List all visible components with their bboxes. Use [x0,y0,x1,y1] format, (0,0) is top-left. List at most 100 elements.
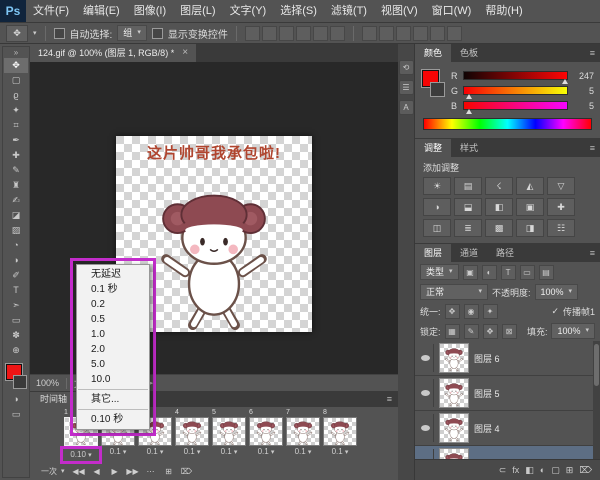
blue-slider-thumb[interactable] [466,109,473,114]
blue-value[interactable]: 5 [572,101,594,111]
panel-background-swatch[interactable] [430,82,445,97]
threshold-icon[interactable]: ▩ [485,219,513,237]
healing-brush-tool[interactable]: ✚ [4,148,28,163]
adjustment-layer-icon[interactable]: ◐ [540,465,545,475]
shape-tool[interactable]: ▭ [4,313,28,328]
quick-selection-tool[interactable]: ✦ [4,103,28,118]
layer-visibility-toggle[interactable] [418,344,434,372]
zoom-tool[interactable]: ⊕ [4,343,28,358]
menu-select[interactable]: 选择(S) [273,0,324,22]
path-selection-tool[interactable]: ➣ [4,298,28,313]
green-slider-thumb[interactable] [466,94,473,99]
layer-thumbnail[interactable] [439,413,469,443]
properties-panel-icon[interactable]: ☰ [398,80,414,95]
layer-name[interactable]: 图层 4 [474,422,500,435]
delay-option-10-0[interactable]: 10.0 [77,372,149,387]
align-middle-icon[interactable] [312,25,328,41]
selective-color-icon[interactable]: ☷ [547,219,575,237]
layer-name[interactable]: 图层 6 [474,352,500,365]
frame-8[interactable]: 8 0.1 ▾ [323,408,357,462]
layer-row[interactable]: 图层 5 [415,376,600,411]
lasso-tool[interactable]: ϱ [4,88,28,103]
collapse-toolbar-icon[interactable]: » [14,47,18,58]
unify-style-icon[interactable]: ✦ [482,304,498,319]
current-tool-icon[interactable]: ✥ [6,24,28,42]
layer-thumbnail[interactable] [439,448,469,459]
photo-filter-icon[interactable]: ▣ [516,198,544,216]
black-white-icon[interactable]: ◧ [485,198,513,216]
frame-delay-dropdown[interactable]: 0.1 ▾ [175,446,209,458]
menu-layer[interactable]: 图层(L) [173,0,222,22]
layer-visibility-toggle[interactable] [418,414,434,442]
color-spectrum-ramp[interactable] [423,118,592,130]
layer-name[interactable]: 图层 5 [474,387,500,400]
frame-7[interactable]: 7 0.1 ▾ [286,408,320,462]
history-brush-tool[interactable]: ✍ [4,193,28,208]
tab-paths[interactable]: 路径 [487,244,523,262]
menu-type[interactable]: 文字(Y) [223,0,274,22]
frame-thumbnail[interactable] [323,417,357,446]
layer-row-selected[interactable]: 图层 3 [415,446,600,459]
duplicate-frame-button[interactable]: ⊞ [162,467,176,476]
first-frame-button[interactable]: ◀◀ [72,467,86,476]
align-center-icon[interactable] [261,25,277,41]
frame-delay-dropdown[interactable]: 0.10 ▾ [60,446,102,464]
auto-select-dropdown[interactable]: 组 ▾ [117,25,147,41]
lock-transparency-icon[interactable]: ▦ [444,323,460,339]
auto-select-checkbox[interactable] [53,27,65,39]
tab-swatches[interactable]: 色板 [451,44,487,62]
menu-window[interactable]: 窗口(W) [425,0,479,22]
tween-button[interactable]: ⋯ [144,467,158,476]
menu-file[interactable]: 文件(F) [26,0,76,22]
exposure-icon[interactable]: ◭ [516,177,544,195]
frame-delay-dropdown[interactable]: 0.1 ▾ [286,446,320,458]
delay-option-5-0[interactable]: 5.0 [77,357,149,372]
scrollbar-thumb[interactable] [594,344,599,386]
red-slider[interactable] [463,71,568,84]
filter-type-icon[interactable]: T [500,264,516,280]
delete-layer-icon[interactable]: ⌦ [579,465,592,476]
play-button[interactable]: ▶ [108,467,122,476]
tab-adjustments[interactable]: 调整 [415,139,452,157]
tab-color[interactable]: 颜色 [415,44,452,62]
menu-help[interactable]: 帮助(H) [478,0,529,22]
crop-tool[interactable]: ⌗ [4,118,28,133]
frame-delay-dropdown[interactable]: 0.1 ▾ [323,446,357,458]
lock-all-icon[interactable]: ⊠ [501,323,517,339]
distribute-top-icon[interactable] [361,25,377,41]
next-frame-button[interactable]: ▶▶ [126,467,140,476]
loop-count-dropdown[interactable]: 一次 ▾ [38,466,68,477]
menu-edit[interactable]: 编辑(E) [76,0,127,22]
frame-delay-dropdown[interactable]: 0.1 ▾ [249,446,283,458]
unify-visibility-icon[interactable]: ◉ [463,304,479,319]
layer-visibility-toggle[interactable] [418,379,434,407]
filter-adjustment-icon[interactable]: ◐ [481,264,497,280]
red-slider-thumb[interactable] [561,79,568,84]
green-value[interactable]: 5 [572,86,594,96]
tab-styles[interactable]: 样式 [451,139,487,157]
distribute-center-icon[interactable] [429,25,445,41]
frame-thumbnail[interactable] [249,417,283,446]
tab-layers[interactable]: 图层 [415,244,452,262]
red-value[interactable]: 247 [572,71,594,81]
delay-option-1-0[interactable]: 1.0 [77,327,149,342]
layer-group-icon[interactable]: ▢ [551,465,560,476]
delay-option-other[interactable]: 其它... [77,392,149,407]
quick-mask-button[interactable]: ◑ [4,392,28,407]
frame-delay-dropdown[interactable]: 0.1 ▾ [138,446,172,458]
opacity-field[interactable]: 100% ▾ [534,284,579,300]
layer-row[interactable]: 图层 6 [415,341,600,376]
invert-icon[interactable]: ◫ [423,219,451,237]
layer-row[interactable]: 图层 4 [415,411,600,446]
show-transform-checkbox[interactable] [151,27,163,39]
blue-slider[interactable] [463,101,568,114]
channel-mixer-icon[interactable]: ✚ [547,198,575,216]
align-right-icon[interactable] [278,25,294,41]
layer-name[interactable]: 图层 3 [474,457,500,460]
panel-menu-icon[interactable]: ≡ [585,44,600,62]
distribute-right-icon[interactable] [446,25,462,41]
menu-filter[interactable]: 滤镜(T) [324,0,374,22]
color-balance-icon[interactable]: ⬓ [454,198,482,216]
frame-4[interactable]: 4 0.1 ▾ [175,408,209,462]
green-slider[interactable] [463,86,568,99]
